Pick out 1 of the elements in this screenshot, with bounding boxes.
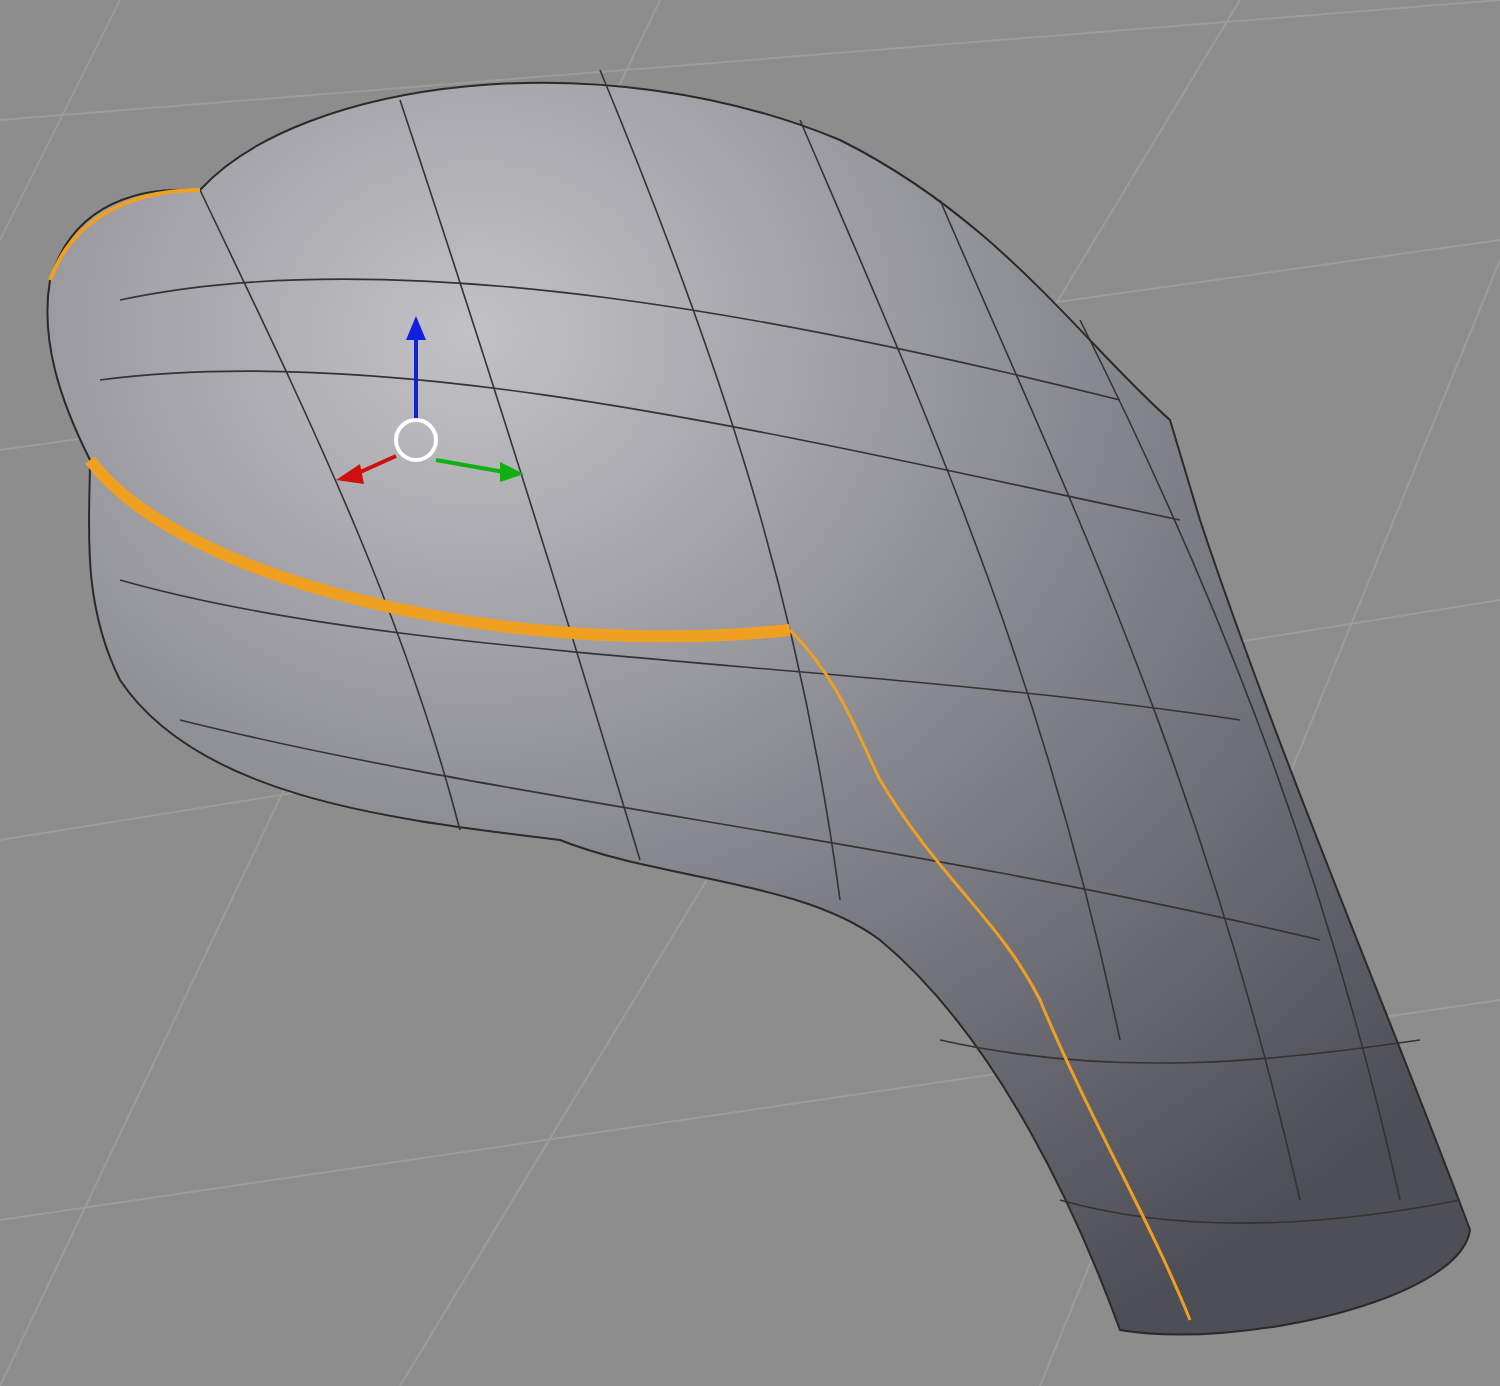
transform-gizmo-icon[interactable] <box>336 316 524 484</box>
